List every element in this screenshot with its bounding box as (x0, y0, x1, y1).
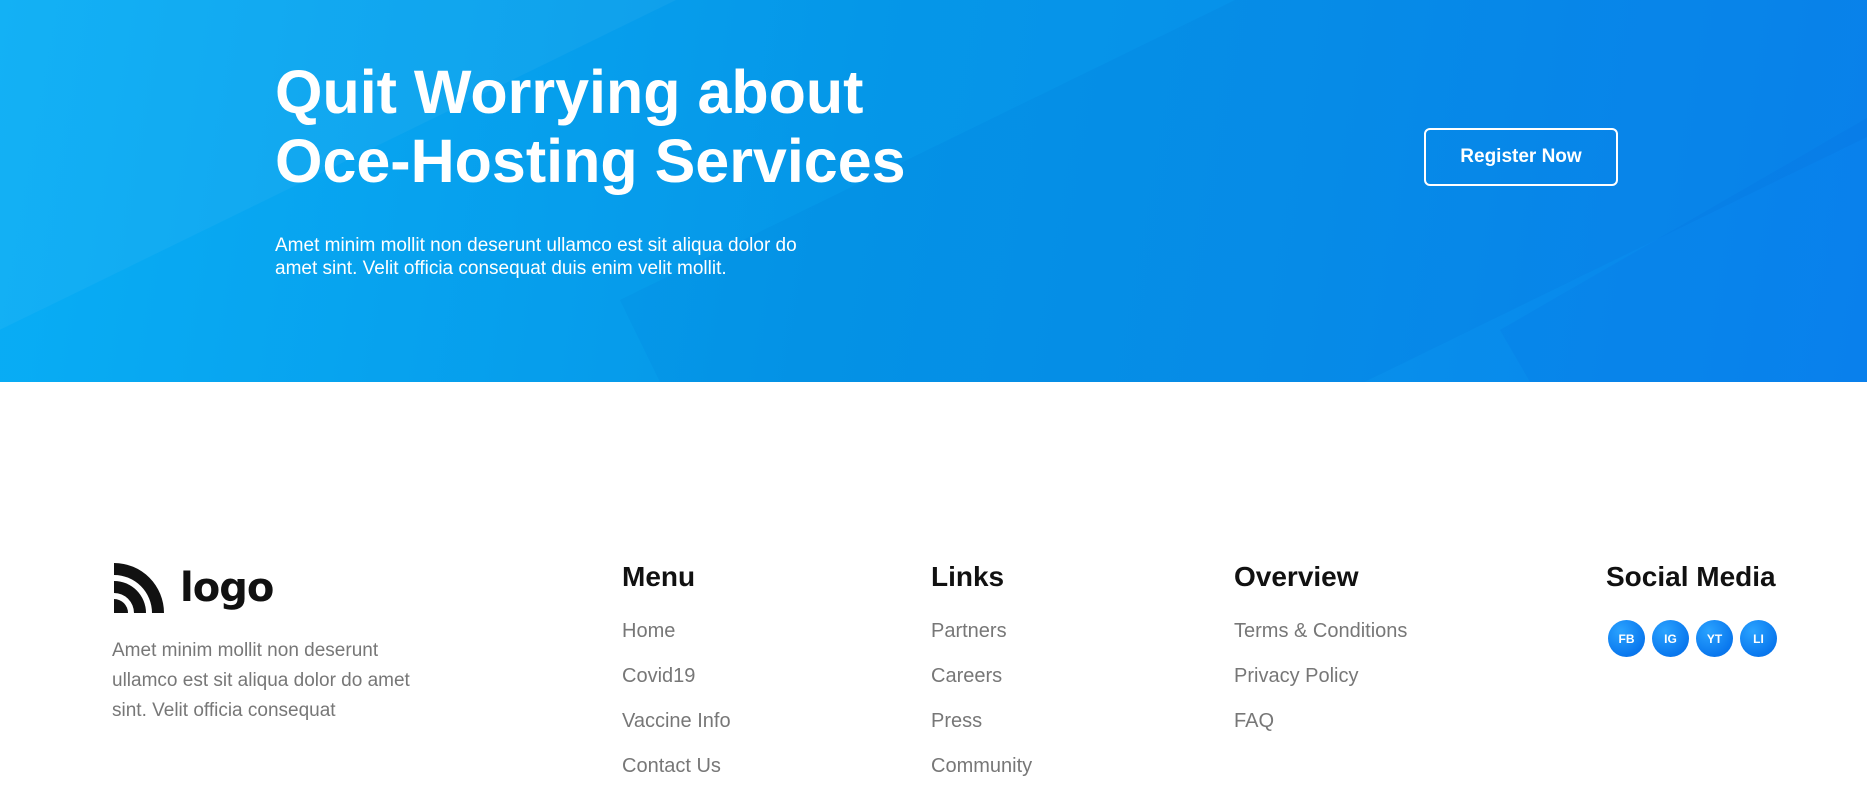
facebook-icon[interactable]: FB (1608, 620, 1645, 657)
footer-links-column: Links Partners Careers Press Community (931, 561, 1032, 799)
hero-description: Amet minim mollit non deserunt ullamco e… (275, 235, 797, 279)
hero-banner: Quit Worrying about Oce-Hosting Services… (0, 0, 1867, 382)
overview-list: Terms & Conditions Privacy Policy FAQ (1234, 619, 1407, 733)
link-faq[interactable]: FAQ (1234, 709, 1407, 733)
hero-title-line-2: Oce-Hosting Services (275, 127, 906, 195)
links-list: Partners Careers Press Community (931, 619, 1032, 778)
footer-overview-column: Overview Terms & Conditions Privacy Poli… (1234, 561, 1407, 754)
instagram-icon[interactable]: IG (1652, 620, 1689, 657)
link-privacy-policy[interactable]: Privacy Policy (1234, 664, 1407, 688)
menu-link-home[interactable]: Home (622, 619, 731, 643)
link-press[interactable]: Press (931, 709, 1032, 733)
brand-description: Amet minim mollit non deserunt ullamco e… (112, 640, 410, 721)
social-icons: FB IG YT LI (1608, 620, 1777, 657)
logo-text: logo (180, 565, 274, 611)
links-heading: Links (931, 561, 1005, 592)
hero-title: Quit Worrying about Oce-Hosting Services (275, 58, 975, 196)
linkedin-icon[interactable]: LI (1740, 620, 1777, 657)
menu-heading: Menu (622, 561, 696, 592)
link-partners[interactable]: Partners (931, 619, 1032, 643)
link-community[interactable]: Community (931, 754, 1032, 778)
menu-list: Home Covid19 Vaccine Info Contact Us (622, 619, 731, 778)
background-shape (1500, 30, 1867, 382)
footer-menu-column: Menu Home Covid19 Vaccine Info Contact U… (622, 561, 731, 799)
overview-heading: Overview (1234, 561, 1359, 592)
link-terms-conditions[interactable]: Terms & Conditions (1234, 619, 1407, 643)
youtube-icon[interactable]: YT (1696, 620, 1733, 657)
menu-link-covid19[interactable]: Covid19 (622, 664, 731, 688)
signal-arcs-icon (114, 563, 164, 613)
register-now-button[interactable]: Register Now (1424, 128, 1618, 186)
link-careers[interactable]: Careers (931, 664, 1032, 688)
footer-social-column: Social Media FB IG YT LI (1606, 561, 1777, 657)
hero-title-line-1: Quit Worrying about (275, 58, 864, 126)
footer-brand: logo Amet minim mollit non deserunt ulla… (112, 560, 452, 726)
social-media-heading: Social Media (1606, 561, 1776, 592)
menu-link-contact-us[interactable]: Contact Us (622, 754, 731, 778)
menu-link-vaccine-info[interactable]: Vaccine Info (622, 709, 731, 733)
logo[interactable]: logo (112, 560, 452, 616)
